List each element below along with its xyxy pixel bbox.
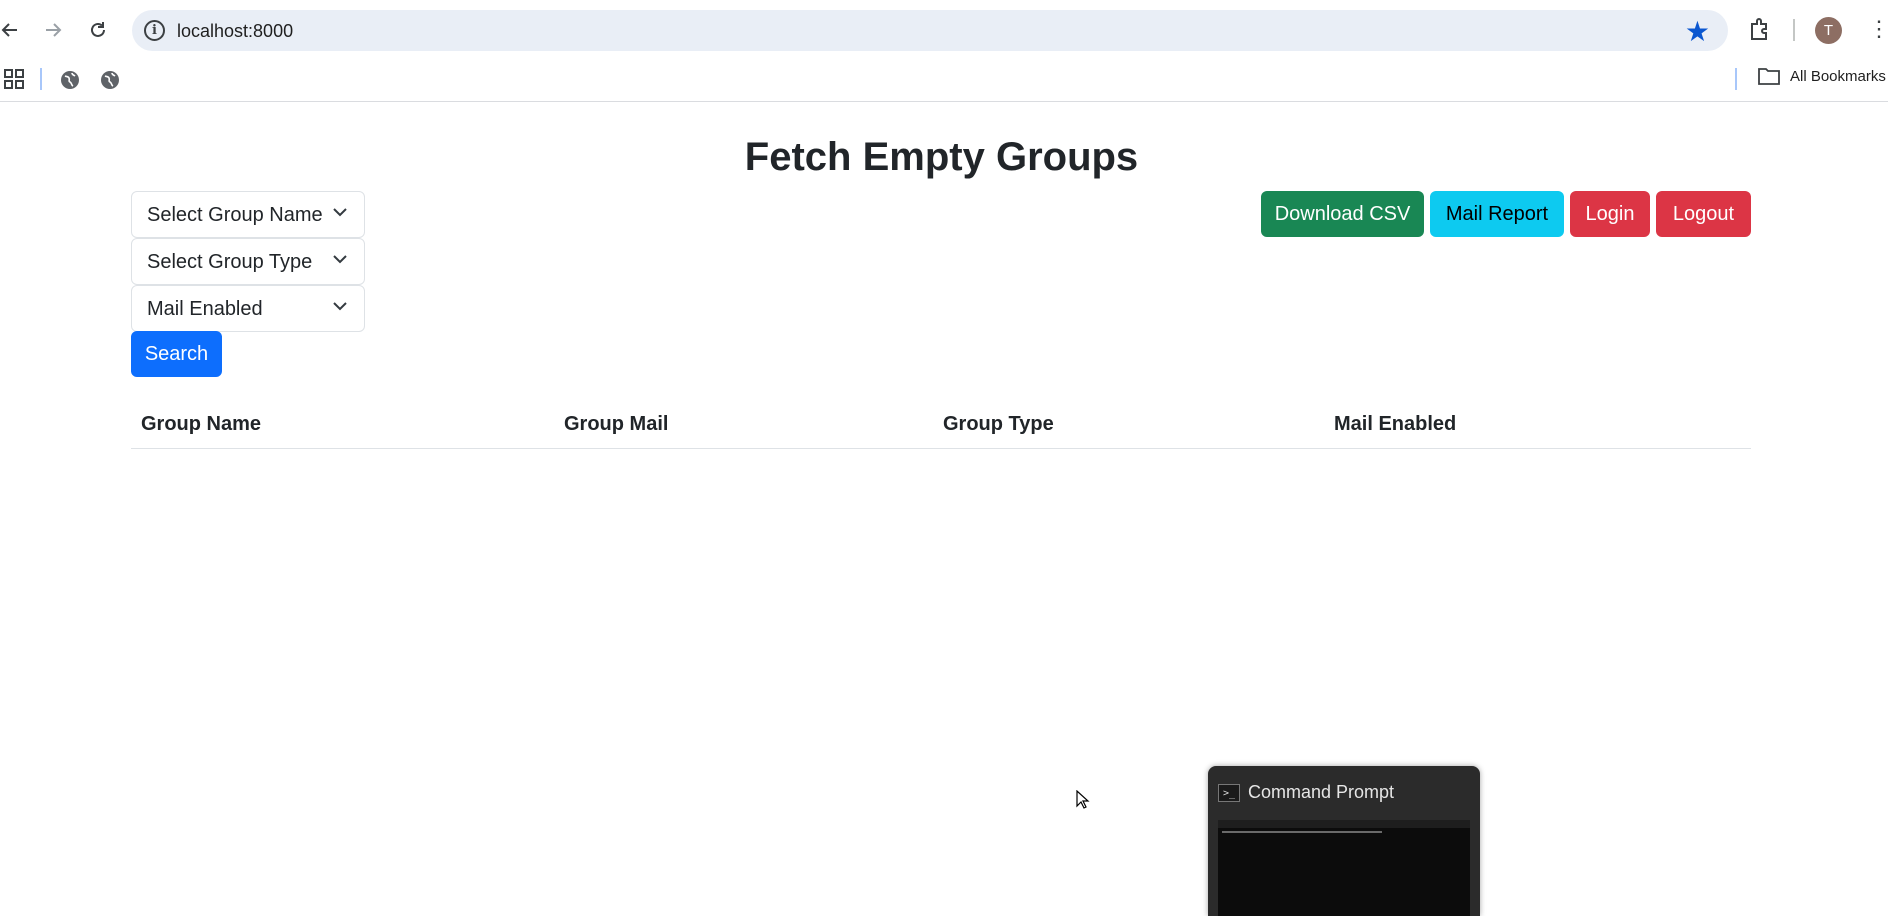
bookmarks-bar: All Bookmarks (0, 60, 1888, 102)
browser-toolbar: i localhost:8000 ★ T ⋮ (0, 0, 1888, 60)
bookmark-star-icon[interactable]: ★ (1685, 15, 1710, 48)
results-table-header: Group Name Group Mail Group Type Mail En… (131, 404, 1751, 449)
back-icon[interactable] (0, 14, 26, 46)
command-prompt-icon: >_ (1218, 784, 1240, 802)
column-header-mail-enabled: Mail Enabled (1334, 413, 1457, 435)
extensions-icon[interactable] (1748, 16, 1774, 42)
browser-menu-icon[interactable]: ⋮ (1868, 16, 1888, 42)
address-url[interactable]: localhost:8000 (177, 21, 293, 42)
download-csv-button[interactable]: Download CSV (1261, 191, 1424, 237)
mouse-cursor-icon (1076, 790, 1090, 809)
bookmarks-divider (1735, 68, 1737, 90)
chevron-down-icon (333, 302, 347, 311)
group-type-select[interactable]: Select Group Type (131, 238, 365, 285)
folder-icon (1758, 68, 1780, 85)
group-type-select-value: Select Group Type (147, 251, 313, 273)
all-bookmarks-label: All Bookmarks (1790, 67, 1886, 85)
thumbnail-titlebar (1218, 820, 1470, 828)
group-name-select-value: Select Group Name (147, 204, 323, 226)
preview-title: Command Prompt (1248, 782, 1395, 802)
column-header-group-type: Group Type (943, 413, 1054, 435)
address-bar[interactable]: i localhost:8000 ★ (132, 10, 1728, 51)
mail-enabled-select[interactable]: Mail Enabled (131, 285, 365, 332)
mail-enabled-select-value: Mail Enabled (147, 298, 263, 320)
thumbnail-text-line (1222, 831, 1382, 833)
chevron-down-icon (333, 255, 347, 264)
logout-button[interactable]: Logout (1656, 191, 1751, 237)
globe-icon[interactable] (59, 69, 81, 91)
group-name-select[interactable]: Select Group Name (131, 191, 365, 238)
site-info-icon[interactable]: i (144, 20, 165, 41)
reload-icon[interactable] (82, 14, 114, 46)
login-button[interactable]: Login (1570, 191, 1650, 237)
mail-report-button[interactable]: Mail Report (1430, 191, 1564, 237)
profile-avatar[interactable]: T (1815, 17, 1842, 44)
chevron-down-icon (333, 208, 347, 217)
page-title: Fetch Empty Groups (744, 135, 1139, 179)
forward-icon[interactable] (37, 14, 69, 46)
command-prompt-preview[interactable]: >_ Command Prompt (1208, 766, 1480, 916)
globe-icon[interactable] (99, 69, 121, 91)
apps-grid-icon[interactable] (4, 69, 24, 89)
column-header-group-mail: Group Mail (564, 413, 669, 435)
search-button[interactable]: Search (131, 331, 222, 377)
all-bookmarks-button[interactable]: All Bookmarks (1758, 67, 1886, 85)
bookmarks-divider (40, 68, 42, 90)
toolbar-divider (1793, 19, 1795, 41)
preview-thumbnail[interactable] (1218, 820, 1470, 916)
column-header-group-name: Group Name (141, 413, 262, 435)
